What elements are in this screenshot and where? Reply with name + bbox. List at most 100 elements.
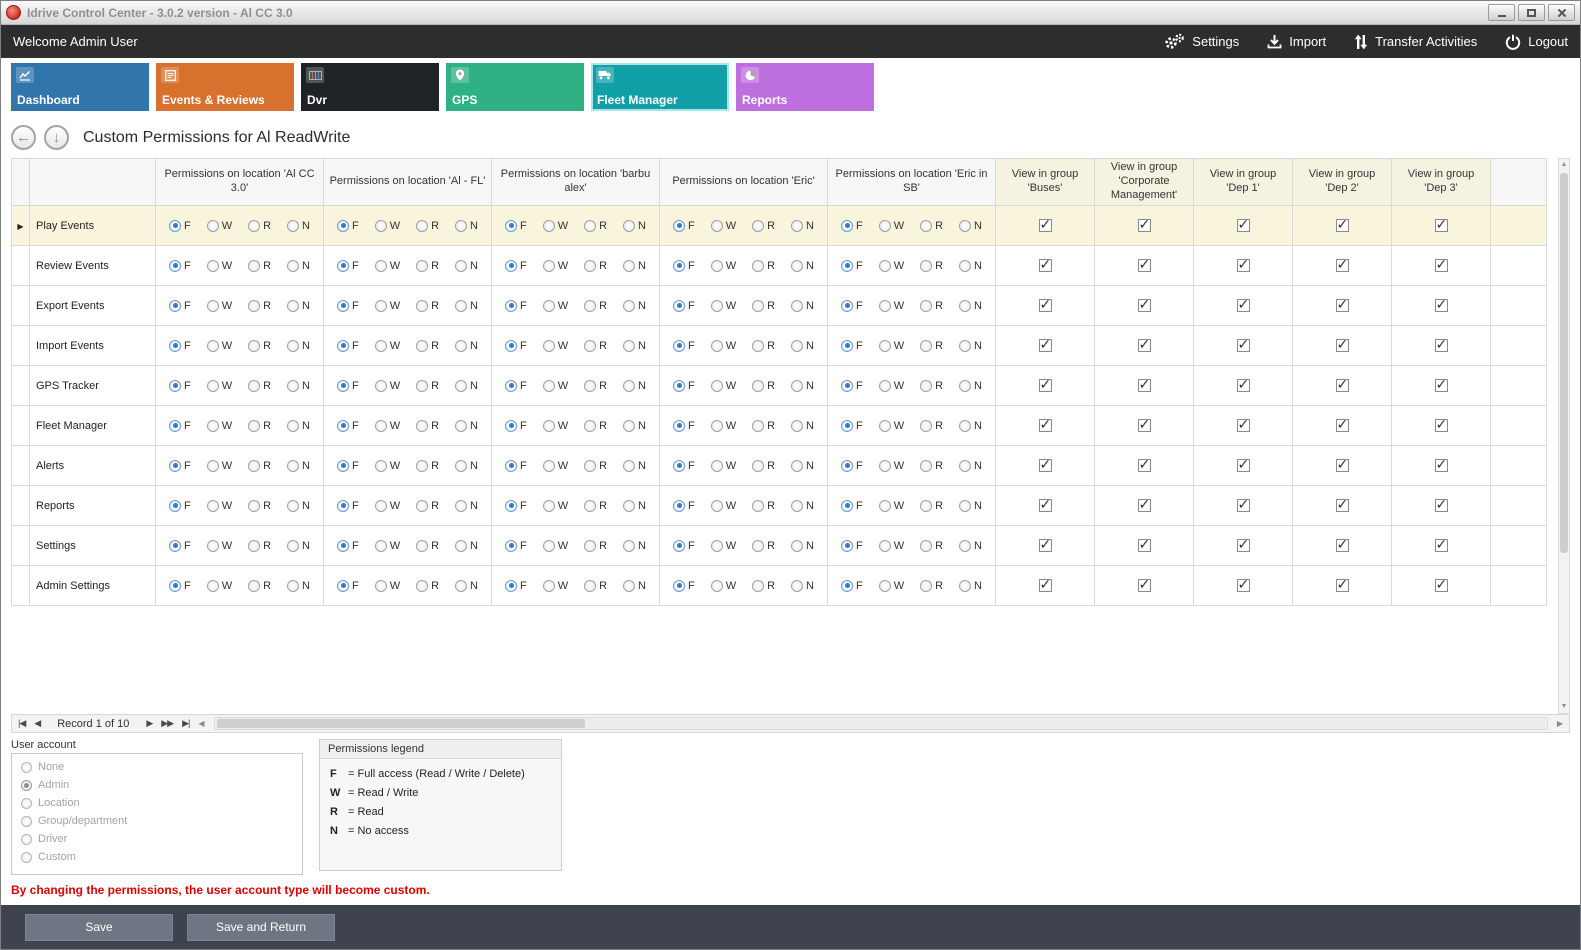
permission-radio-w[interactable]: W	[711, 220, 736, 232]
permission-radio-r[interactable]: R	[752, 340, 775, 352]
group-checkbox[interactable]	[1336, 259, 1349, 272]
permission-radio-n[interactable]: N	[623, 460, 646, 472]
permission-radio-r[interactable]: R	[416, 580, 439, 592]
group-checkbox[interactable]	[1336, 579, 1349, 592]
permission-radio-f[interactable]: F	[169, 380, 191, 392]
tab-events-reviews[interactable]: Events & Reviews	[156, 63, 294, 111]
permission-radio-f[interactable]: F	[505, 500, 527, 512]
permission-radio-w[interactable]: W	[711, 500, 736, 512]
group-checkbox[interactable]	[1039, 379, 1052, 392]
permission-radio-f[interactable]: F	[169, 300, 191, 312]
permission-radio-r[interactable]: R	[752, 500, 775, 512]
permission-radio-w[interactable]: W	[375, 300, 400, 312]
permission-radio-w[interactable]: W	[711, 420, 736, 432]
group-checkbox[interactable]	[1336, 219, 1349, 232]
permission-radio-n[interactable]: N	[959, 380, 982, 392]
permission-radio-r[interactable]: R	[416, 500, 439, 512]
group-checkbox[interactable]	[1039, 499, 1052, 512]
permission-radio-n[interactable]: N	[791, 420, 814, 432]
permission-radio-f[interactable]: F	[673, 420, 695, 432]
group-checkbox[interactable]	[1336, 339, 1349, 352]
permission-radio-r[interactable]: R	[920, 580, 943, 592]
permission-radio-r[interactable]: R	[920, 460, 943, 472]
permission-radio-r[interactable]: R	[584, 380, 607, 392]
permission-radio-n[interactable]: N	[455, 420, 478, 432]
minimize-button[interactable]	[1488, 4, 1515, 21]
permission-radio-r[interactable]: R	[416, 260, 439, 272]
permission-radio-n[interactable]: N	[959, 580, 982, 592]
permission-radio-f[interactable]: F	[505, 460, 527, 472]
group-checkbox[interactable]	[1039, 299, 1052, 312]
permission-radio-r[interactable]: R	[584, 580, 607, 592]
group-checkbox[interactable]	[1138, 339, 1151, 352]
permission-radio-f[interactable]: F	[841, 420, 863, 432]
permission-radio-w[interactable]: W	[207, 500, 232, 512]
permission-radio-n[interactable]: N	[623, 300, 646, 312]
permission-radio-f[interactable]: F	[841, 300, 863, 312]
permission-radio-w[interactable]: W	[711, 380, 736, 392]
permission-radio-w[interactable]: W	[207, 340, 232, 352]
permission-radio-r[interactable]: R	[584, 460, 607, 472]
group-checkbox[interactable]	[1039, 459, 1052, 472]
permission-radio-r[interactable]: R	[248, 260, 271, 272]
permission-radio-f[interactable]: F	[673, 260, 695, 272]
vertical-scrollbar[interactable]: ▲ ▼	[1558, 158, 1570, 714]
permission-radio-w[interactable]: W	[207, 540, 232, 552]
permission-radio-w[interactable]: W	[375, 500, 400, 512]
permission-radio-r[interactable]: R	[752, 580, 775, 592]
permission-radio-n[interactable]: N	[791, 460, 814, 472]
permission-radio-w[interactable]: W	[543, 380, 568, 392]
permission-radio-f[interactable]: F	[337, 500, 359, 512]
permission-radio-w[interactable]: W	[543, 500, 568, 512]
permission-radio-f[interactable]: F	[337, 580, 359, 592]
permission-radio-n[interactable]: N	[287, 220, 310, 232]
group-checkbox[interactable]	[1138, 539, 1151, 552]
permission-radio-f[interactable]: F	[841, 380, 863, 392]
user-account-option-custom[interactable]: Custom	[21, 851, 293, 863]
permission-radio-r[interactable]: R	[920, 500, 943, 512]
permission-radio-r[interactable]: R	[416, 380, 439, 392]
permission-radio-n[interactable]: N	[455, 540, 478, 552]
permission-radio-r[interactable]: R	[584, 500, 607, 512]
permission-radio-r[interactable]: R	[248, 540, 271, 552]
group-checkbox[interactable]	[1336, 419, 1349, 432]
group-checkbox[interactable]	[1138, 219, 1151, 232]
tab-gps[interactable]: GPS	[446, 63, 584, 111]
permission-radio-r[interactable]: R	[584, 540, 607, 552]
permission-radio-f[interactable]: F	[337, 420, 359, 432]
group-checkbox[interactable]	[1435, 259, 1448, 272]
permission-radio-f[interactable]: F	[337, 220, 359, 232]
permission-radio-r[interactable]: R	[584, 220, 607, 232]
permission-radio-w[interactable]: W	[207, 580, 232, 592]
permission-radio-w[interactable]: W	[711, 260, 736, 272]
group-checkbox[interactable]	[1336, 379, 1349, 392]
permission-radio-f[interactable]: F	[337, 380, 359, 392]
permission-radio-f[interactable]: F	[841, 500, 863, 512]
group-checkbox[interactable]	[1138, 499, 1151, 512]
down-button[interactable]: ↓	[44, 125, 69, 150]
permission-radio-r[interactable]: R	[752, 260, 775, 272]
permission-radio-r[interactable]: R	[584, 340, 607, 352]
close-button[interactable]	[1548, 4, 1575, 21]
permission-radio-n[interactable]: N	[791, 380, 814, 392]
permission-radio-n[interactable]: N	[959, 420, 982, 432]
group-checkbox[interactable]	[1237, 339, 1250, 352]
permission-radio-n[interactable]: N	[791, 300, 814, 312]
permission-radio-n[interactable]: N	[959, 540, 982, 552]
permission-radio-w[interactable]: W	[543, 220, 568, 232]
next-group-button[interactable]: ▶▶	[159, 718, 175, 729]
permission-radio-f[interactable]: F	[505, 420, 527, 432]
permission-radio-w[interactable]: W	[375, 580, 400, 592]
permission-radio-n[interactable]: N	[623, 500, 646, 512]
permission-radio-f[interactable]: F	[505, 260, 527, 272]
permission-radio-w[interactable]: W	[543, 340, 568, 352]
permission-radio-w[interactable]: W	[207, 220, 232, 232]
permission-radio-w[interactable]: W	[375, 220, 400, 232]
permission-radio-w[interactable]: W	[711, 340, 736, 352]
permission-radio-r[interactable]: R	[920, 340, 943, 352]
permission-radio-r[interactable]: R	[416, 220, 439, 232]
permission-radio-w[interactable]: W	[375, 340, 400, 352]
permission-radio-r[interactable]: R	[920, 420, 943, 432]
user-account-option-driver[interactable]: Driver	[21, 833, 293, 845]
scroll-left-icon[interactable]: ◀	[196, 719, 206, 728]
